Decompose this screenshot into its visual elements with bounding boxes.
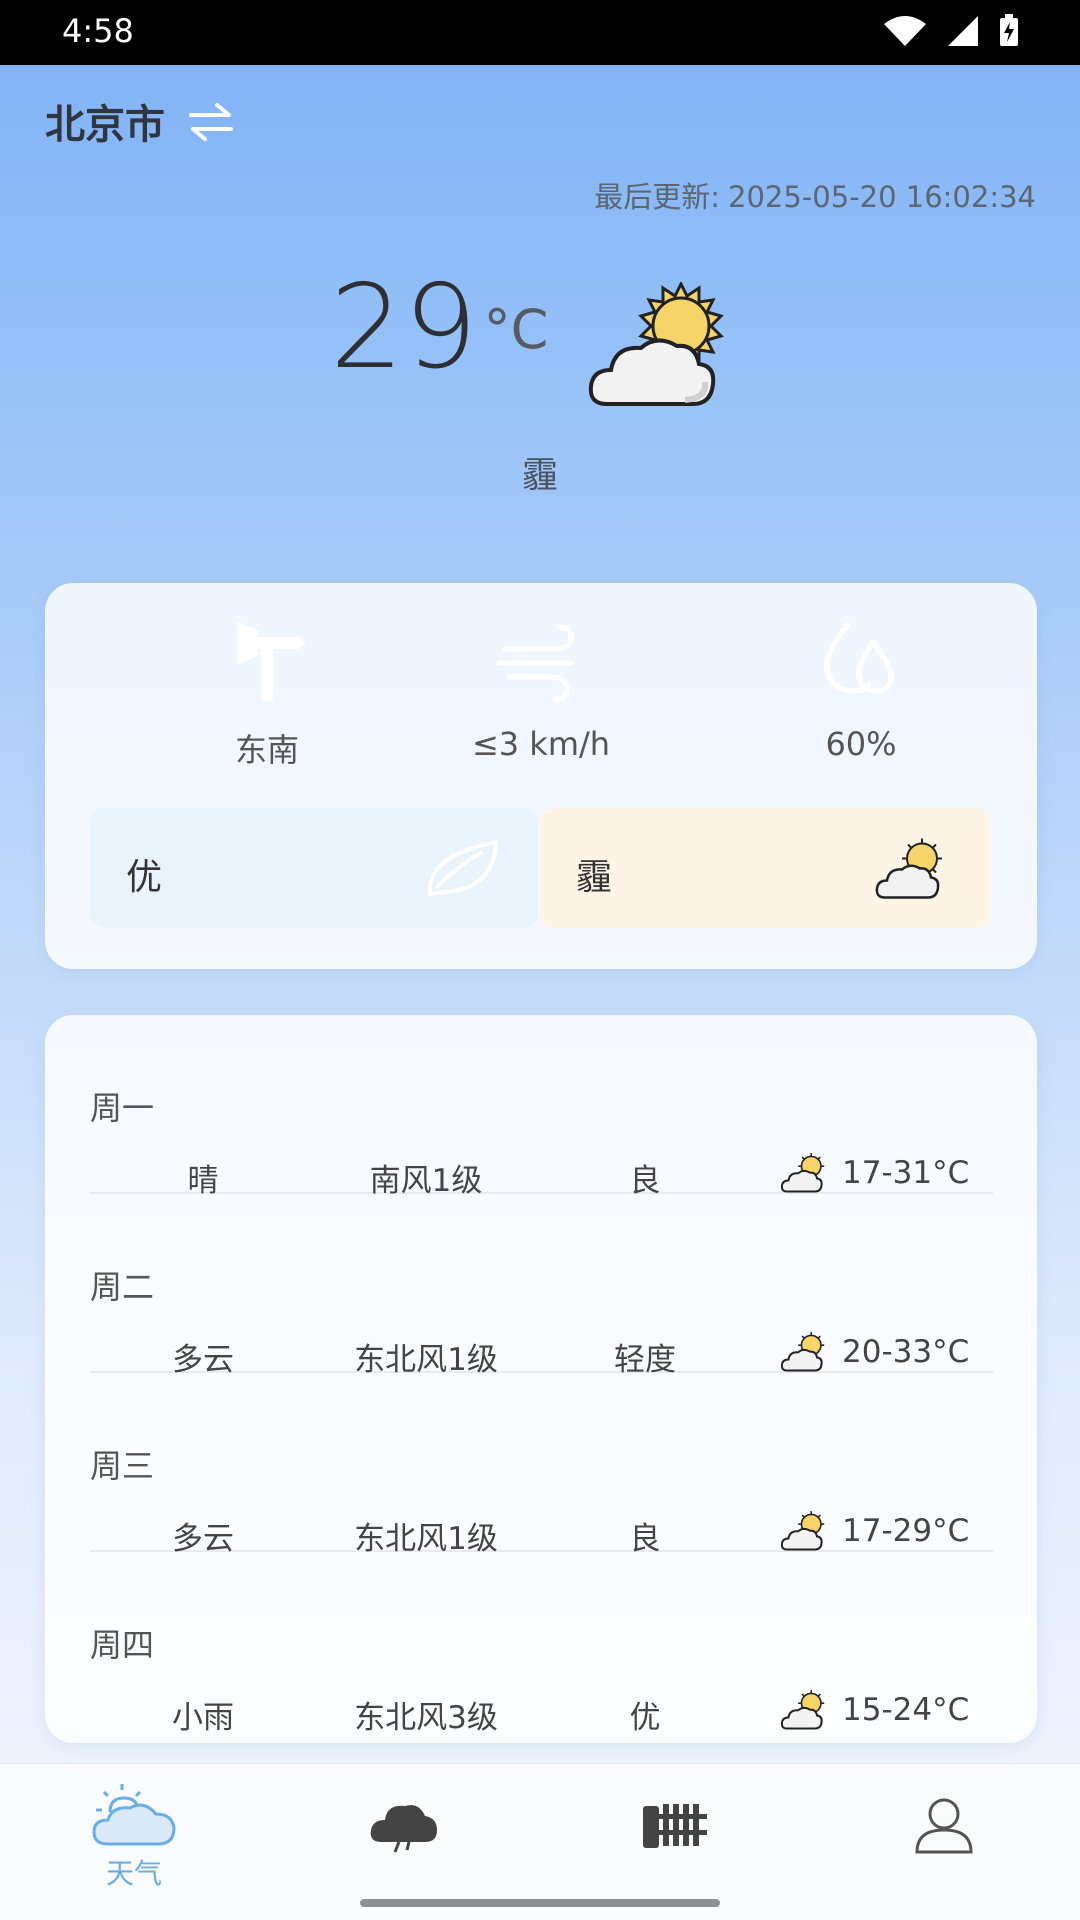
- nav-weather[interactable]: 天气: [64, 1782, 204, 1892]
- cloud-icon: [370, 1805, 437, 1853]
- forecast-weather: 小雨: [172, 1700, 234, 1736]
- forecast-temp-range: 15-24°C: [842, 1692, 970, 1728]
- nav-cloud[interactable]: [334, 1782, 474, 1854]
- forecast-temp-range: 17-31°C: [842, 1155, 970, 1191]
- sun-cloud-icon: [780, 1330, 832, 1374]
- forecast-row[interactable]: 周一晴南风1级良 17-31°C: [90, 1015, 993, 1199]
- city-selector[interactable]: 北京市: [45, 92, 235, 150]
- last-update: 最后更新: 2025-05-20 16:02:34: [594, 174, 1036, 216]
- wifi-icon: [884, 16, 926, 46]
- nav-weather-label: 天气: [105, 1857, 162, 1890]
- forecast-air-quality: 优: [629, 1700, 661, 1736]
- status-bar: 4:58: [0, 0, 1080, 65]
- last-update-value: 2025-05-20 16:02:34: [728, 180, 1036, 214]
- sun-cloud-icon: [780, 1509, 832, 1553]
- forecast-row[interactable]: 周二 多云 东北风1级 轻度 20-33°C: [90, 1194, 993, 1378]
- current-condition: 霾: [521, 455, 558, 496]
- temperature-value: 29: [330, 260, 478, 395]
- sun-cloud-icon: [875, 838, 942, 899]
- forecast-day: 周三: [90, 1447, 155, 1485]
- details-card: 东南 ≤3 km/h 60% 优 霾: [45, 583, 1037, 969]
- humidity-value: 60%: [825, 725, 897, 763]
- wind-direction: 东南: [117, 613, 417, 771]
- forecast-day: 周四: [90, 1626, 155, 1664]
- forecast-card: 周一晴南风1级良 17-31°C 周二 多云 东北风1级 轻度 20-33°C 周三 多云 东北风…: [45, 1015, 1037, 1743]
- fence-icon: [643, 1804, 707, 1848]
- air-quality-label: 优: [126, 857, 163, 898]
- wind-speed-value: ≤3 km/h: [471, 725, 611, 763]
- temperature-unit: °C: [483, 298, 549, 361]
- forecast-wind: 东北风3级: [354, 1700, 498, 1736]
- forecast-temp-range: 20-33°C: [842, 1334, 970, 1370]
- last-update-label: 最后更新:: [594, 180, 720, 214]
- forecast-temp-range: 17-29°C: [842, 1513, 970, 1549]
- user-icon: [915, 1798, 973, 1854]
- wind-speed: ≤3 km/h: [391, 613, 691, 763]
- sun-cloud-icon: [780, 1688, 832, 1732]
- forecast-row[interactable]: 周四 小雨 东北风3级 优 15-24°C: [90, 1552, 993, 1736]
- forecast-day: 周二: [90, 1268, 155, 1306]
- sun-cloud-icon: [588, 282, 724, 406]
- city-name: 北京市: [45, 102, 165, 148]
- wind-speed-icon: [496, 624, 574, 702]
- status-time: 4:58: [62, 12, 134, 50]
- forecast-row[interactable]: 周三 多云 东北风1级良 17-29°C: [90, 1373, 993, 1557]
- forecast-day: 周一: [90, 1089, 155, 1127]
- weather-tag-label: 霾: [576, 857, 613, 898]
- nav-fence[interactable]: [604, 1782, 744, 1850]
- weather-icon: [92, 1784, 176, 1846]
- signal-icon: [948, 16, 978, 46]
- weather-tag-tile[interactable]: 霾: [540, 808, 990, 928]
- status-icons: [882, 14, 1020, 48]
- wind-direction-value: 东南: [234, 731, 299, 769]
- current-temperature: 29 °C: [330, 270, 548, 386]
- swap-arrows-icon[interactable]: [187, 101, 235, 141]
- humidity: 60%: [711, 613, 1011, 763]
- leaf-icon: [427, 839, 499, 897]
- sun-cloud-icon: [780, 1151, 832, 1195]
- humidity-icon: [824, 621, 894, 694]
- nav-profile[interactable]: [874, 1782, 1014, 1854]
- battery-icon: [1000, 14, 1018, 46]
- bottom-nav: 天气: [0, 1763, 1080, 1920]
- home-indicator: [360, 1899, 720, 1907]
- air-quality-tile[interactable]: 优: [90, 808, 538, 928]
- wind-vane-icon: [237, 621, 305, 701]
